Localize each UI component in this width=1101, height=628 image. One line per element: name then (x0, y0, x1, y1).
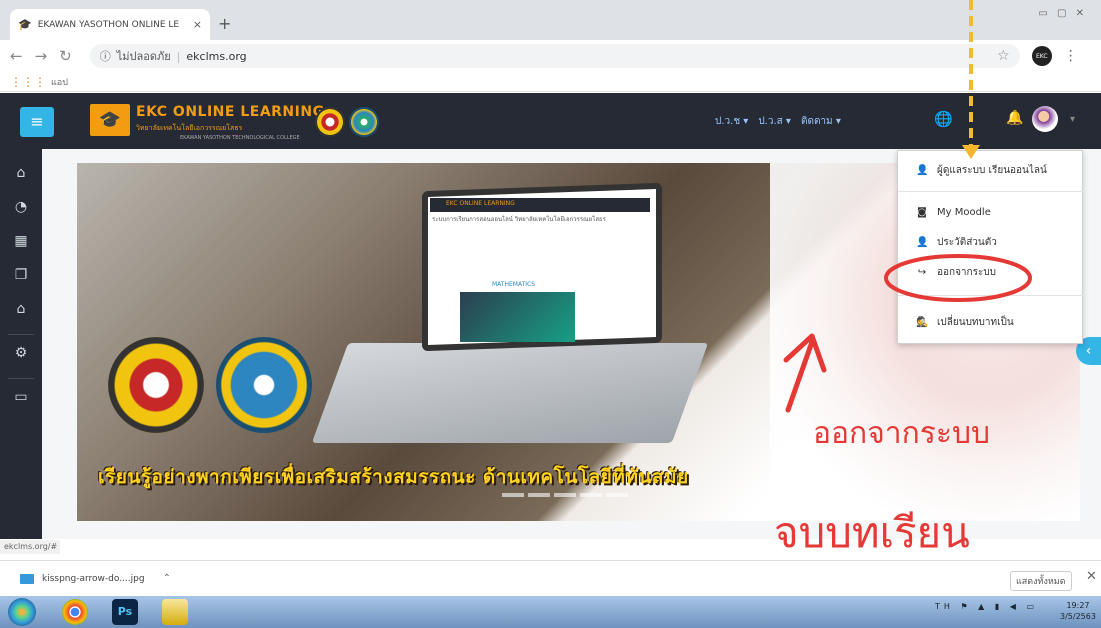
home-icon[interactable]: ⌂ (0, 165, 42, 181)
courses-graduation-icon[interactable]: ⌂ (0, 301, 42, 317)
chrome-taskbar-icon[interactable] (62, 599, 88, 625)
info-icon[interactable]: ⓘ (100, 48, 111, 64)
laptop-keyboard (311, 343, 709, 443)
omnibox[interactable]: ⓘ ไม่ปลอดภัย | ekclms.org ☆ (89, 44, 1020, 68)
folder-icon[interactable]: ▭ (0, 389, 42, 405)
carousel-indicators[interactable] (502, 493, 628, 497)
carousel-dot[interactable] (554, 493, 576, 497)
hamburger-menu-icon[interactable]: ≡ (20, 107, 54, 137)
browser-tabstrip: 🎓 EKAWAN YASOTHON ONLINE LE × + ▭ ▢ ✕ (0, 0, 1101, 40)
forward-icon[interactable]: → (35, 47, 48, 65)
banner-slogan: เรียนรู้อย่างพากเพียรเพื่อเสริมสร้างสมรร… (98, 466, 689, 488)
mini-site-brand: EKC ONLINE LEARNING (446, 200, 515, 207)
left-nav-drawer: ⌂ ◔ ▦ ❐ ⌂ ⚙ ▭ (0, 149, 42, 539)
bookmarks-bar: ⋮⋮⋮ แอป (0, 72, 1101, 92)
college-seal-logo (315, 107, 345, 137)
files-icon[interactable]: ❐ (0, 267, 42, 283)
mini-site-image (460, 292, 575, 342)
annotation-circle (884, 254, 1032, 302)
clock-time: 19:27 (1066, 601, 1090, 610)
favicon-icon: 🎓 (18, 18, 32, 31)
menu-item-my-moodle[interactable]: ◙ My Moodle (916, 207, 991, 218)
apps-grid-icon[interactable]: ⋮⋮⋮ (10, 75, 46, 89)
mini-site-tag: MATHEMATICS (492, 281, 536, 288)
annotation-logout-text: ออกจากระบบ (813, 416, 991, 451)
bookmark-star-icon[interactable]: ☆ (997, 48, 1010, 64)
site-brand[interactable]: EKC ONLINE LEARNING (136, 104, 325, 120)
start-button[interactable] (8, 598, 36, 626)
dashboard-icon: ◙ (917, 207, 927, 218)
college-emblem (108, 337, 204, 433)
user-dropdown-menu: 👤 ผู้ดูแลระบบ เรียนออนไลน์ ◙ My Moodle 👤… (897, 150, 1084, 344)
downloads-bar: kisspng-arrow-do....jpg ⌃ แสดงทั้งหมด ✕ (0, 560, 1101, 596)
address-bar-row: ← → ↻ ⓘ ไม่ปลอดภัย | ekclms.org ☆ EKC ⋮ (0, 40, 1101, 72)
settings-gear-icon[interactable]: ⚙ (0, 345, 42, 361)
school-seal-logo (349, 107, 379, 137)
yellow-arrow-head (962, 145, 980, 159)
user-icon: 👤 (916, 237, 929, 248)
clock-date: 3/5/2563 (1060, 612, 1096, 621)
chevron-up-icon[interactable]: ⌃ (163, 573, 171, 584)
tab-title: EKAWAN YASOTHON ONLINE LE (37, 19, 180, 30)
bookmark-apps-label[interactable]: แอป (51, 75, 68, 89)
menu-divider (898, 191, 1084, 192)
image-file-icon (20, 573, 34, 584)
school-emblem (216, 337, 312, 433)
menu-item-switch-role[interactable]: 🕵 เปลี่ยนบทบาทเป็น (916, 315, 1014, 330)
explorer-taskbar-icon[interactable] (162, 599, 188, 625)
notification-bell-icon[interactable]: 🔔 (1006, 110, 1023, 126)
menu-pvc[interactable]: ป.ว.ช ▾ (715, 114, 748, 129)
windows-taskbar: Ps TH ⚑ ▲ ▮ ◀ ▭ 19:27 3/5/2563 (0, 596, 1101, 628)
site-brand-subtitle: วิทยาลัยเทคโนโลยีเอกวรรณยโสธร (136, 124, 243, 132)
menu-item-profile-name[interactable]: 👤 ผู้ดูแลระบบ เรียนออนไลน์ (916, 163, 1047, 178)
photoshop-taskbar-icon[interactable]: Ps (112, 599, 138, 625)
mini-site-title: ระบบการเรียนการสอนออนไลน์ วิทยาลัยเทคโนโ… (432, 216, 606, 223)
graduation-cap-logo-icon[interactable]: 🎓 (90, 104, 130, 136)
url-text[interactable]: ekclms.org (186, 50, 246, 63)
browser-menu-icon[interactable]: ⋮ (1064, 48, 1078, 64)
profile-avatar[interactable]: EKC (1031, 46, 1052, 66)
url-separator: | (176, 49, 181, 63)
sidebar-divider (8, 334, 34, 335)
carousel-dot[interactable] (580, 493, 602, 497)
tab-close-button[interactable]: × (193, 18, 202, 31)
reload-icon[interactable]: ↻ (59, 47, 72, 65)
dashboard-gauge-icon[interactable]: ◔ (0, 199, 42, 215)
carousel-dot[interactable] (528, 493, 550, 497)
user-secret-icon: 🕵 (916, 317, 929, 328)
sidebar-divider (8, 378, 34, 379)
site-brand-subtitle-en: EKAWAN YASOTHON TECHNOLOGICAL COLLEGE (180, 135, 300, 141)
carousel-dot[interactable] (606, 493, 628, 497)
back-icon[interactable]: ← (10, 47, 23, 65)
show-all-downloads-button[interactable]: แสดงทั้งหมด (1010, 571, 1072, 591)
taskbar-clock[interactable]: 19:27 3/5/2563 (1060, 600, 1096, 622)
download-file-name[interactable]: kisspng-arrow-do....jpg (42, 574, 145, 584)
user-avatar[interactable] (1032, 106, 1058, 132)
system-tray[interactable]: TH ⚑ ▲ ▮ ◀ ▭ (935, 602, 1038, 611)
menu-item-profile[interactable]: 👤 ประวัติส่วนตัว (916, 235, 997, 250)
window-controls[interactable]: ▭ ▢ ✕ (1038, 8, 1087, 19)
chevron-down-icon[interactable]: ▾ (1070, 114, 1075, 125)
yellow-dashed-arrow-line (969, 0, 973, 148)
calendar-icon[interactable]: ▦ (0, 233, 42, 249)
menu-follow[interactable]: ติดตาม ▾ (801, 114, 841, 129)
menu-pvs[interactable]: ป.ว.ส ▾ (758, 114, 791, 129)
status-url: ekclms.org/# (0, 540, 60, 554)
security-label: ไม่ปลอดภัย (116, 50, 171, 63)
red-highlight-ellipse (884, 254, 1032, 302)
carousel-dot[interactable] (502, 493, 524, 497)
close-downloads-icon[interactable]: ✕ (1086, 569, 1097, 584)
navbar-menu: ป.ว.ช ▾ ป.ว.ส ▾ ติดตาม ▾ (715, 114, 841, 129)
new-tab-button[interactable]: + (218, 14, 231, 33)
browser-tab[interactable]: 🎓 EKAWAN YASOTHON ONLINE LE × (10, 9, 210, 40)
annotation-end-lesson-text: จบบทเรียน (774, 508, 970, 557)
user-icon: 👤 (916, 165, 929, 176)
language-globe-icon[interactable]: 🌐 (934, 110, 953, 128)
